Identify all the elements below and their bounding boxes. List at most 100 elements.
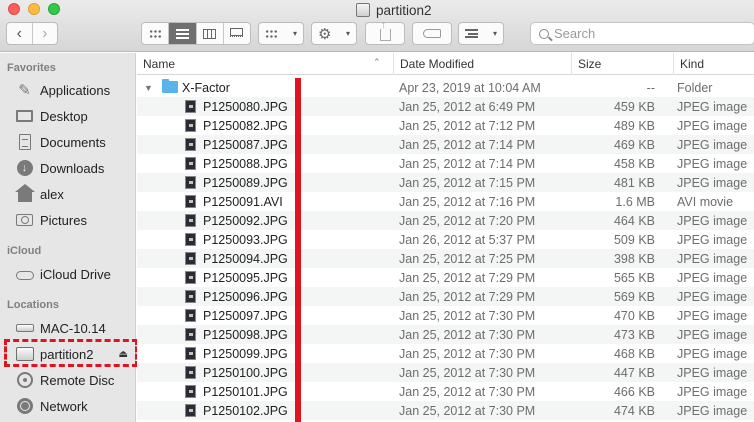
icon-view-button[interactable]	[142, 23, 168, 44]
drive-icon-glyph	[15, 324, 34, 332]
file-kind: JPEG image	[677, 99, 748, 114]
sidebar-item-icloud-drive[interactable]: iCloud Drive	[0, 262, 136, 286]
table-row[interactable]: P1250091.AVI Jan 25, 2012 at 7:16 PM 1.6 M…	[137, 192, 754, 211]
table-row[interactable]: P1250101.JPG Jan 25, 2012 at 7:30 PM 466 K…	[137, 382, 754, 401]
sidebar-item-pictures[interactable]: Pictures	[0, 208, 136, 232]
table-row[interactable]: P1250092.JPG Jan 25, 2012 at 7:20 PM 464 K…	[137, 211, 754, 230]
sidebar-item-desktop[interactable]: Desktop	[0, 104, 136, 128]
image-thumbnail-icon	[185, 214, 196, 227]
table-row[interactable]: P1250096.JPG Jan 25, 2012 at 7:29 PM 569 K…	[137, 287, 754, 306]
zoom-window-button[interactable]	[48, 3, 60, 15]
file-name: P1250097.JPG	[203, 308, 288, 323]
file-name: P1250082.JPG	[203, 118, 288, 133]
date-modified: Apr 23, 2019 at 10:04 AM	[399, 80, 541, 95]
search-input[interactable]	[554, 26, 734, 41]
sidebar-item-remote-disc[interactable]: Remote Disc	[0, 368, 136, 392]
file-name: P1250098.JPG	[203, 327, 288, 342]
file-name: P1250092.JPG	[203, 213, 288, 228]
file-kind: AVI movie	[677, 194, 734, 209]
share-icon	[379, 19, 391, 41]
table-row[interactable]: P1250100.JPG Jan 25, 2012 at 7:30 PM 447 K…	[137, 363, 754, 382]
date-modified: Jan 25, 2012 at 7:12 PM	[399, 118, 536, 133]
back-button[interactable]: ‹	[7, 23, 32, 44]
gallery-view-button[interactable]	[222, 23, 250, 44]
table-row[interactable]: P1250089.JPG Jan 25, 2012 at 7:15 PM 481 K…	[137, 173, 754, 192]
table-row[interactable]: P1250080.JPG Jan 25, 2012 at 6:49 PM 459 K…	[137, 97, 754, 116]
sidebar-item-downloads[interactable]: ↓ Downloads	[0, 156, 136, 180]
name-cell: P1250092.JPG	[137, 211, 387, 230]
sidebar-item-alex[interactable]: alex	[0, 182, 136, 206]
file-name: P1250087.JPG	[203, 137, 288, 152]
column-size-label: Size	[578, 57, 602, 71]
file-kind: Folder	[677, 80, 713, 95]
arrange-icon	[265, 28, 278, 39]
file-size: 458 KB	[613, 156, 655, 171]
list-view-button[interactable]	[168, 23, 196, 44]
date-modified: Jan 25, 2012 at 7:30 PM	[399, 346, 536, 361]
action-button[interactable]: ⚙ ▾	[311, 22, 357, 45]
date-modified: Jan 25, 2012 at 7:30 PM	[399, 365, 536, 380]
name-cell: ▼ X-Factor	[137, 78, 387, 97]
file-kind: JPEG image	[677, 365, 748, 380]
sidebar-section-header: Locations	[7, 299, 59, 311]
table-row[interactable]: P1250097.JPG Jan 25, 2012 at 7:30 PM 470 K…	[137, 306, 754, 325]
sidebar-item-label: Downloads	[40, 160, 105, 176]
file-kind: JPEG image	[677, 156, 748, 171]
column-view-button[interactable]	[195, 23, 223, 44]
table-row[interactable]: P1250099.JPG Jan 25, 2012 at 7:30 PM 468 K…	[137, 344, 754, 363]
sidebar-item-documents[interactable]: Documents	[0, 130, 136, 154]
arrange-button[interactable]: ▾	[258, 22, 304, 45]
file-size: 509 KB	[613, 232, 655, 247]
date-modified: Jan 25, 2012 at 7:16 PM	[399, 194, 536, 209]
file-size: 489 KB	[613, 118, 655, 133]
tag-button[interactable]	[412, 22, 452, 45]
name-cell: P1250094.JPG	[137, 249, 387, 268]
list-icon	[175, 28, 189, 39]
file-name: P1250094.JPG	[203, 251, 288, 266]
sidebar-item-network[interactable]: Network	[0, 394, 136, 418]
forward-button[interactable]: ›	[31, 23, 58, 44]
column-date-label: Date Modified	[400, 57, 475, 71]
sidebar-item-mac-10-14[interactable]: MAC-10.14	[0, 316, 136, 340]
downloads-icon: ↓	[15, 160, 34, 177]
table-row[interactable]: P1250082.JPG Jan 25, 2012 at 7:12 PM 489 K…	[137, 116, 754, 135]
date-modified: Jan 25, 2012 at 7:20 PM	[399, 213, 536, 228]
search-field[interactable]	[530, 22, 754, 45]
image-thumbnail-icon	[185, 290, 196, 303]
folder-row[interactable]: ▼ X-Factor Apr 23, 2019 at 10:04 AM -- Folde…	[137, 78, 754, 97]
file-name: P1250088.JPG	[203, 156, 288, 171]
column-header-name[interactable]: Name	[137, 53, 393, 75]
image-thumbnail-icon	[185, 271, 196, 284]
column-header-kind[interactable]: Kind	[673, 53, 754, 75]
name-cell: P1250097.JPG	[137, 306, 387, 325]
share-button[interactable]	[365, 19, 405, 45]
pictures-icon	[15, 212, 34, 229]
image-thumbnail-icon	[185, 366, 196, 379]
table-row[interactable]: P1250098.JPG Jan 25, 2012 at 7:30 PM 473 K…	[137, 325, 754, 344]
table-row[interactable]: P1250095.JPG Jan 25, 2012 at 7:29 PM 565 K…	[137, 268, 754, 287]
disclosure-triangle-icon[interactable]: ▼	[144, 83, 153, 93]
minimize-window-button[interactable]	[28, 3, 40, 15]
table-row[interactable]: P1250088.JPG Jan 25, 2012 at 7:14 PM 458 K…	[137, 154, 754, 173]
chevron-down-icon: ▾	[345, 29, 350, 38]
folder-name: X-Factor	[182, 80, 230, 95]
column-header-size[interactable]: Size	[571, 53, 673, 75]
view-mode-buttons	[141, 22, 251, 45]
annotation-highlight-box	[4, 339, 138, 367]
sidebar-item-applications[interactable]: ✎ Applications	[0, 78, 136, 102]
table-row[interactable]: P1250093.JPG Jan 26, 2012 at 5:37 PM 509 K…	[137, 230, 754, 249]
image-thumbnail-icon	[185, 138, 196, 151]
column-header-date[interactable]: Date Modified	[393, 53, 571, 75]
desktop-icon-glyph	[16, 110, 33, 122]
date-modified: Jan 25, 2012 at 7:14 PM	[399, 137, 536, 152]
downloads-icon-glyph: ↓	[16, 160, 33, 176]
table-row[interactable]: P1250087.JPG Jan 25, 2012 at 7:14 PM 469 K…	[137, 135, 754, 154]
group-button[interactable]: ▾	[458, 22, 504, 45]
table-row[interactable]: P1250102.JPG Jan 25, 2012 at 7:30 PM 474 K…	[137, 401, 754, 420]
applications-icon-glyph: ✎	[18, 82, 31, 99]
file-kind: JPEG image	[677, 251, 748, 266]
image-thumbnail-icon	[185, 404, 196, 417]
sidebar-item-label: alex	[40, 186, 64, 202]
close-window-button[interactable]	[8, 3, 20, 15]
table-row[interactable]: P1250094.JPG Jan 25, 2012 at 7:25 PM 398 K…	[137, 249, 754, 268]
